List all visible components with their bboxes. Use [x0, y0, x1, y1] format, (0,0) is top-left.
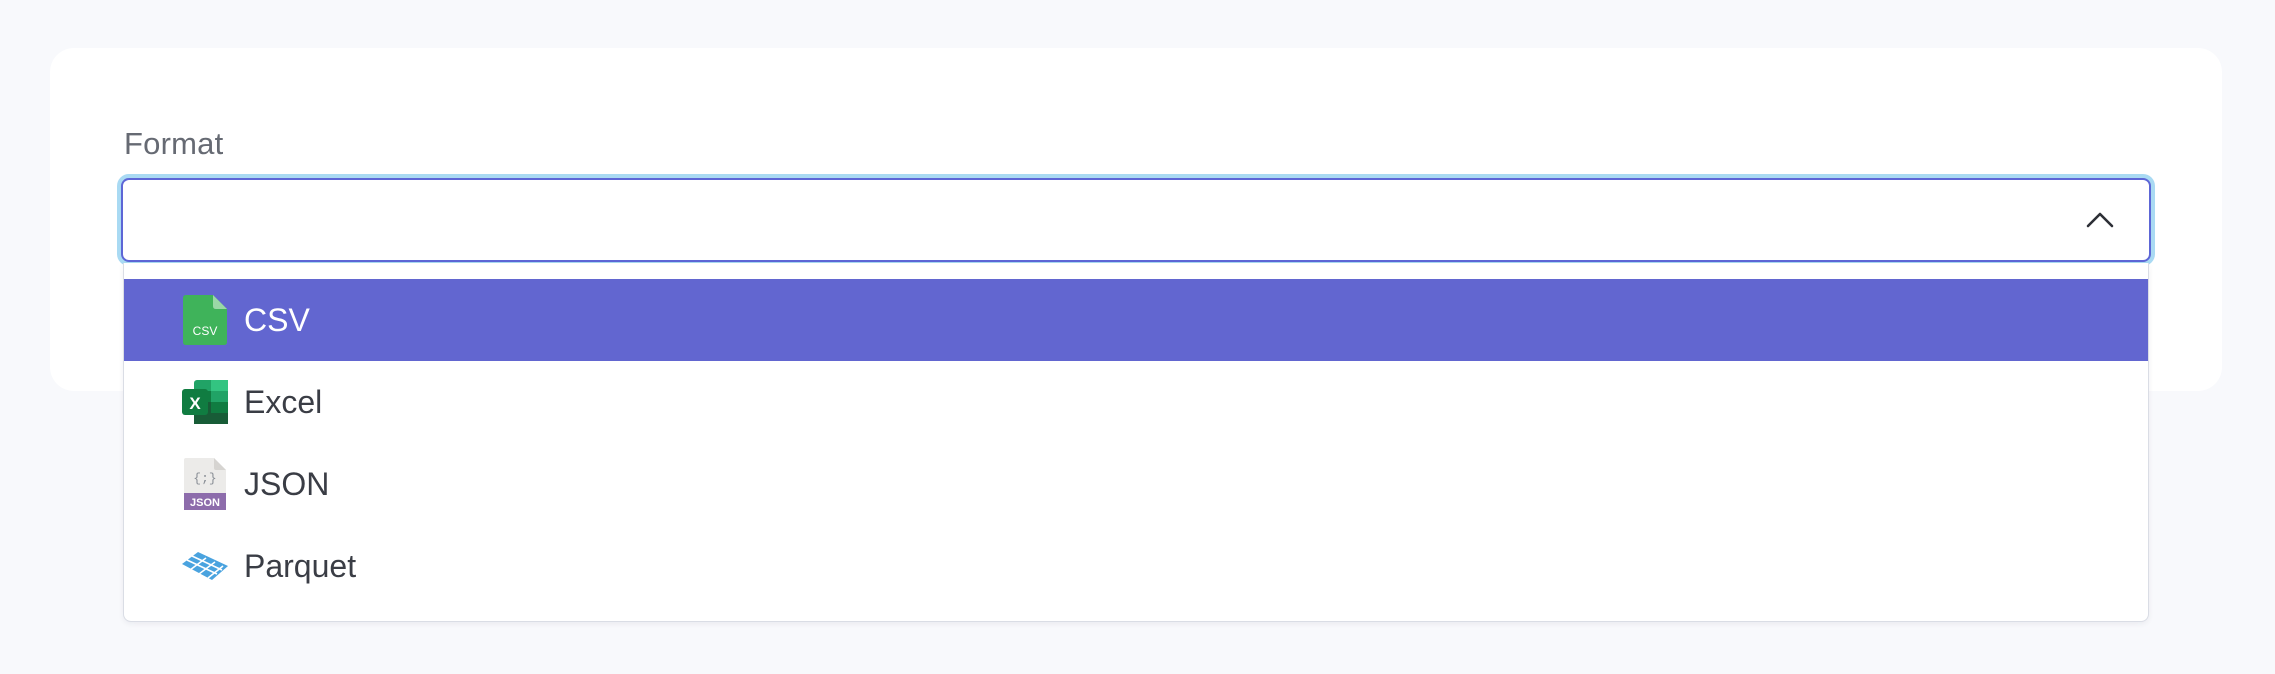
option-label: JSON — [244, 465, 330, 502]
option-label: CSV — [244, 301, 310, 338]
json-icon-braces: {;} — [193, 471, 216, 486]
format-dropdown-menu: CSV CSV X Excel {;} JSON JSON Parquet — [123, 263, 2149, 622]
json-file-icon: {;} JSON — [182, 458, 228, 510]
excel-icon-text: X — [189, 394, 201, 413]
csv-icon-text: CSV — [193, 324, 218, 338]
json-icon-badge: JSON — [190, 497, 220, 509]
option-label: Excel — [244, 383, 323, 420]
chevron-up-icon[interactable] — [2085, 206, 2115, 232]
csv-file-icon: CSV — [182, 295, 228, 345]
option-excel[interactable]: X Excel — [124, 361, 2148, 443]
option-parquet[interactable]: Parquet — [124, 525, 2148, 607]
format-select[interactable] — [121, 178, 2151, 262]
option-label: Parquet — [244, 547, 357, 584]
format-label: Format — [124, 126, 224, 161]
parquet-icon — [182, 541, 228, 591]
excel-icon: X — [182, 377, 228, 427]
option-json[interactable]: {;} JSON JSON — [124, 443, 2148, 525]
option-csv[interactable]: CSV CSV — [124, 279, 2148, 361]
